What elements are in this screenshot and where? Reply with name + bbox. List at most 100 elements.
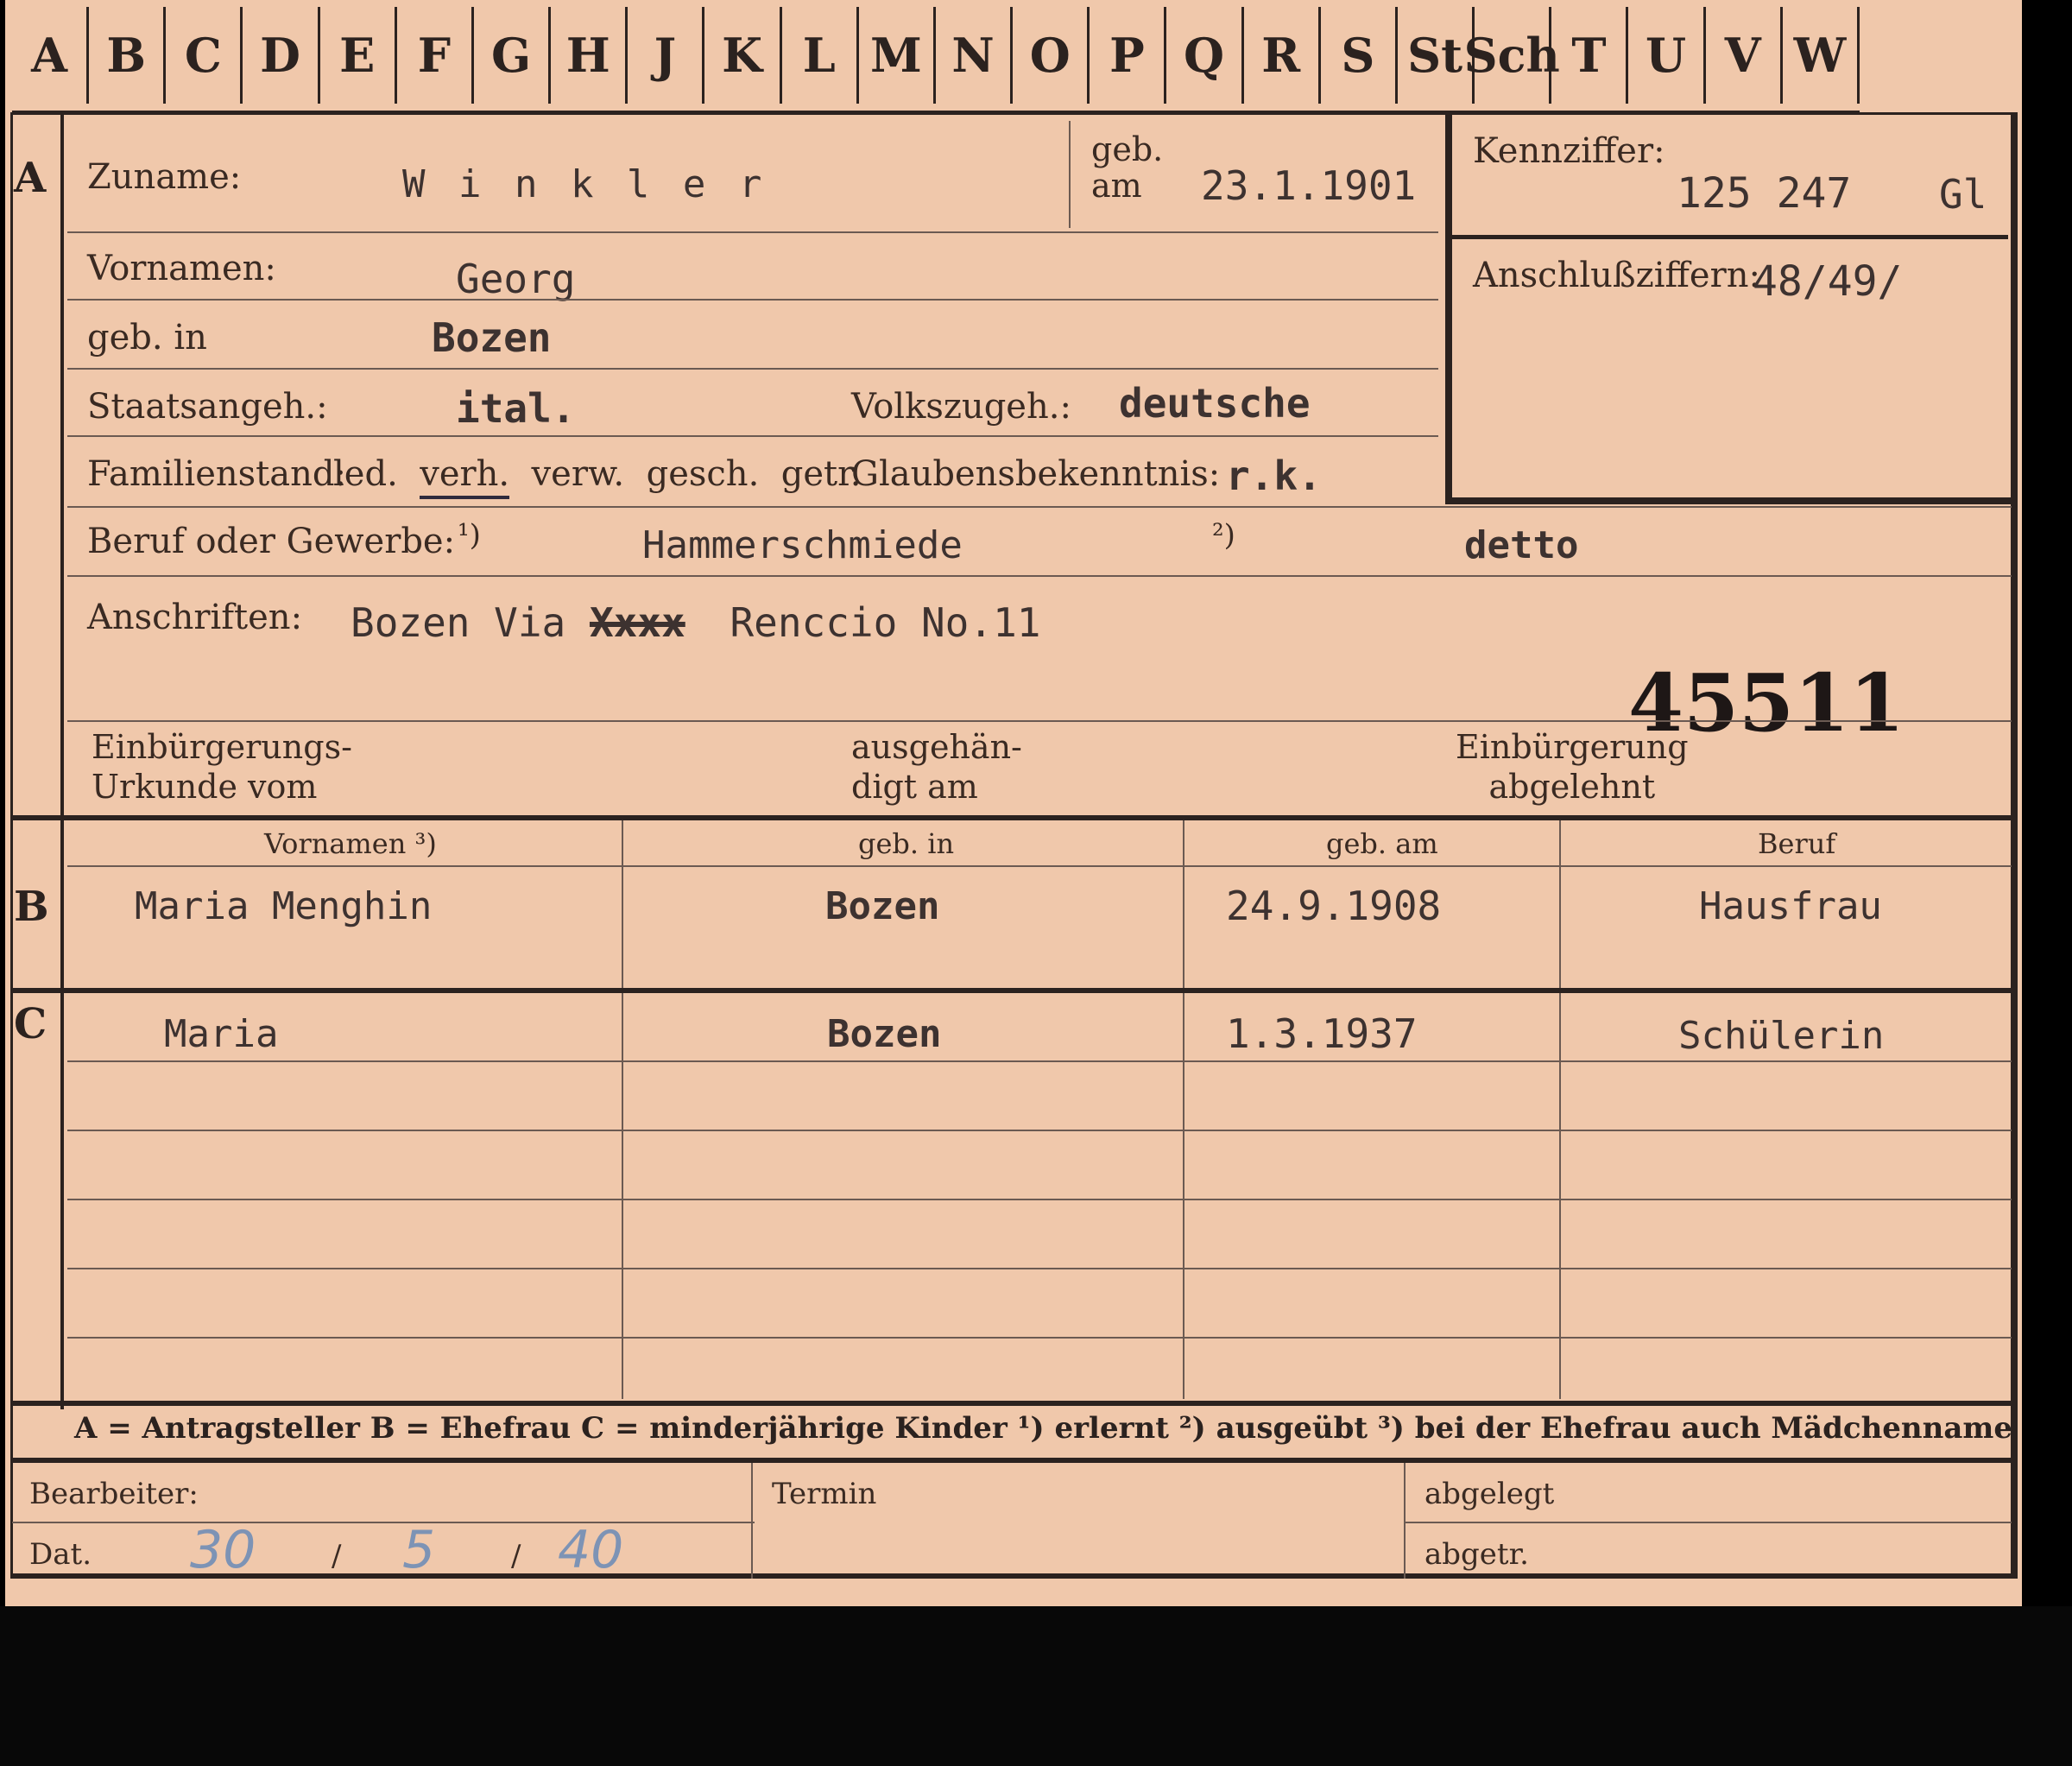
rule [67, 575, 2012, 577]
rule [67, 368, 1438, 370]
rule [67, 299, 1438, 301]
rule [67, 720, 2012, 722]
abgelegt-label: abgelegt [1424, 1477, 1555, 1511]
section-c-letter: C [14, 1000, 47, 1048]
anschriften-value: Bozen Via Xxxx Renccio No.11 [351, 599, 1040, 646]
anschluss-value: 48/49/ [1753, 257, 1903, 306]
header-vornamen: Vornamen ³) [264, 827, 437, 860]
alphabet-tab-j: J [628, 7, 705, 104]
column-divider [751, 1463, 753, 1579]
rule [12, 1522, 755, 1523]
spouse-birthplace: Bozen [825, 884, 940, 928]
column-divider [622, 820, 623, 1399]
einbuergerung-abgelehnt-label: Einbürgerung abgelehnt [1456, 728, 1689, 806]
alphabet-tab-g: G [474, 7, 552, 104]
alphabet-tab-strip: A B C D E F G H J K L M N O P Q R S St Sch T U V W [12, 0, 1860, 113]
alphabet-tab-o: O [1013, 7, 1090, 104]
alphabet-tab-c: C [166, 7, 243, 104]
rule [1406, 1522, 2012, 1523]
familienstand-options: led. verh. verw. gesch. getr. [333, 454, 862, 499]
bearbeiter-label: Bearbeiter: [29, 1477, 199, 1511]
dat-label: Dat. [29, 1537, 92, 1572]
ausgehaendigt-label: ausgehän- digt am [851, 728, 1022, 806]
beruf-note-2: ²) [1212, 518, 1235, 553]
alphabet-tab-q: Q [1167, 7, 1244, 104]
scan-background [0, 1606, 2072, 1766]
dat-day: 30 [190, 1520, 256, 1580]
address-street-rest: Renccio No.11 [730, 599, 1041, 646]
alphabet-tab-t: T [1551, 7, 1629, 104]
alphabet-tab-l: L [782, 7, 859, 104]
dat-month: 5 [402, 1520, 436, 1580]
staatsangeh-value: ital. [456, 385, 576, 432]
section-divider [12, 988, 2012, 993]
kennziffer-label: Kennziffer: [1473, 131, 1665, 171]
section-divider [12, 1458, 2012, 1463]
legend-text: A = Antragsteller B = Ehefrau C = minder… [74, 1411, 2012, 1446]
gutter-line [60, 114, 64, 1409]
staatsangeh-label: Staatsangeh.: [87, 387, 328, 427]
child-birthplace: Bozen [827, 1012, 942, 1056]
einbuergerung-urkunde-label: Einbürgerungs- Urkunde vom [92, 728, 352, 806]
header-geb-in: geb. in [858, 827, 955, 860]
alphabet-tab-n: N [936, 7, 1014, 104]
rule [67, 1337, 2012, 1339]
alphabet-tab-r: R [1244, 7, 1321, 104]
dat-sep: / [332, 1539, 342, 1573]
option-getr: getr. [780, 454, 862, 494]
termin-label: Termin [772, 1477, 877, 1511]
alphabet-tab-k: K [705, 7, 782, 104]
section-divider [12, 815, 2012, 820]
header-beruf: Beruf [1758, 827, 1836, 860]
column-divider [1183, 820, 1184, 1399]
option-verh: verh. [420, 454, 510, 499]
child-birthdate: 1.3.1937 [1226, 1010, 1418, 1057]
alphabet-tab-w: W [1783, 7, 1860, 104]
header-geb-am: geb. am [1326, 827, 1438, 860]
rule [1452, 235, 2008, 239]
section-b-letter: B [14, 883, 49, 931]
spouse-name: Maria Menghin [135, 884, 433, 928]
alphabet-tab-f: F [397, 7, 474, 104]
address-street-prefix: Bozen Via [351, 599, 566, 646]
alphabet-tab-p: P [1090, 7, 1167, 104]
beruf-note-1: ¹) [458, 518, 481, 553]
geb-am-label: geb. am [1091, 130, 1164, 205]
rule [67, 1268, 2012, 1269]
address-struck-out: Xxxx [589, 599, 685, 646]
alphabet-tab-d: D [243, 7, 320, 104]
option-gesch: gesch. [646, 454, 760, 494]
section-a-letter: A [14, 154, 47, 202]
child-name: Maria [164, 1012, 279, 1056]
index-card: A B C D E F G H J K L M N O P Q R S St Sch T U V W A Zuname: W … [5, 0, 2022, 1606]
spouse-birthdate: 24.9.1908 [1226, 883, 1442, 929]
alphabet-tab-u: U [1629, 7, 1706, 104]
spouse-occupation: Hausfrau [1699, 884, 1882, 928]
alphabet-tab-b: B [89, 7, 167, 104]
zuname-value: W i n k l e r [402, 162, 768, 206]
anschluss-label: Anschlußziffern: [1473, 256, 1760, 295]
rule [67, 1130, 2012, 1131]
column-divider [1404, 1463, 1406, 1579]
alphabet-tab-e: E [320, 7, 397, 104]
volkszugeh-label: Volkszugeh.: [851, 387, 1071, 427]
alphabet-tab-s: S [1321, 7, 1398, 104]
geb-am-value: 23.1.1901 [1201, 162, 1417, 209]
beruf-value-2: detto [1464, 523, 1579, 567]
glauben-value: r.k. [1226, 453, 1322, 499]
child-occupation: Schülerin [1678, 1014, 1885, 1058]
option-verw: verw. [531, 454, 625, 494]
alphabet-tab-m: M [859, 7, 936, 104]
vornamen-value: Georg [456, 256, 576, 302]
alphabet-tab-a: A [12, 7, 90, 104]
kennziffer-value: 125 247 [1677, 169, 1852, 218]
rule [67, 506, 2012, 508]
rule [67, 1199, 2012, 1200]
dat-year: 40 [558, 1520, 624, 1580]
beruf-value-1: Hammerschmiede [642, 523, 963, 567]
glauben-label: Glaubensbekenntnis: [851, 454, 1221, 494]
rule [67, 435, 1438, 437]
volkszugeh-value: deutsche [1119, 380, 1311, 427]
familienstand-label: Familienstand: [87, 454, 346, 494]
geb-in-label: geb. in [87, 318, 207, 358]
